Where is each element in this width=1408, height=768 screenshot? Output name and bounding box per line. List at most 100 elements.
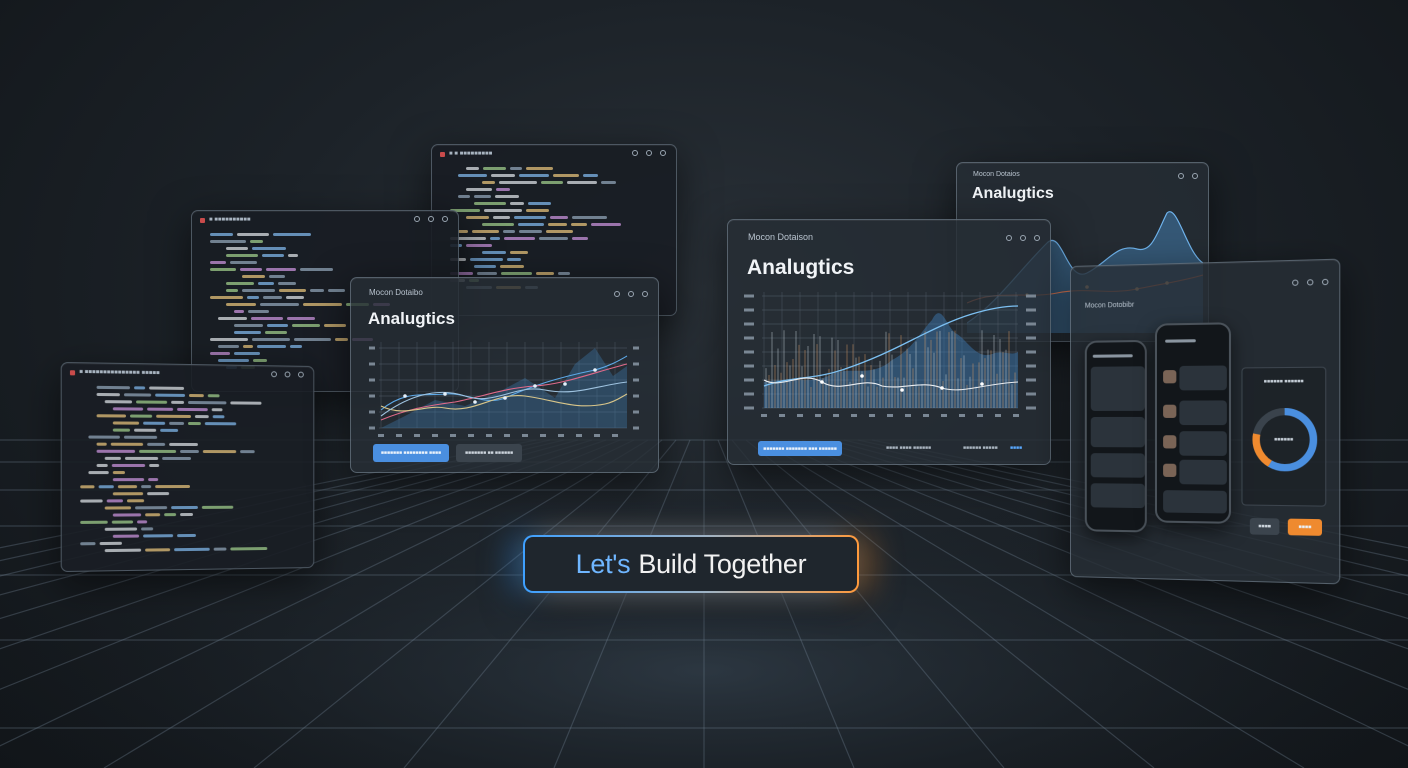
tick-label <box>633 346 639 350</box>
code-token <box>458 195 470 198</box>
code-token <box>226 303 256 306</box>
code-token <box>104 506 132 510</box>
target-icon[interactable] <box>1306 279 1314 286</box>
code-token <box>526 209 549 212</box>
code-token <box>164 513 177 517</box>
window-controls[interactable] <box>414 216 448 222</box>
code-token <box>240 450 255 454</box>
primary-button[interactable]: ■■■■■■■ ■■■■■■■ ■■■ ■■■■■■ <box>758 441 842 456</box>
code-token <box>218 345 239 348</box>
code-token <box>177 533 196 538</box>
gear-icon[interactable] <box>1178 173 1184 179</box>
target-icon[interactable] <box>428 216 434 222</box>
settings-icon[interactable] <box>1034 235 1040 241</box>
window-controls[interactable] <box>632 150 666 156</box>
close-icon[interactable] <box>298 371 304 378</box>
code-token <box>328 289 345 292</box>
gear-icon[interactable] <box>271 371 277 378</box>
code-token <box>123 435 158 439</box>
code-token <box>553 174 579 177</box>
panel-controls[interactable] <box>1006 235 1040 241</box>
code-token <box>237 233 269 236</box>
panel-subtitle: Mocon Dotaios <box>973 171 1020 178</box>
code-token <box>226 282 254 285</box>
tick-label <box>1013 414 1019 417</box>
data-point <box>860 374 864 378</box>
gear-icon[interactable] <box>414 216 420 222</box>
gear-icon[interactable] <box>1006 235 1012 241</box>
code-token <box>526 167 553 170</box>
code-token <box>504 237 535 240</box>
panel-controls[interactable] <box>614 291 648 297</box>
window-controls[interactable] <box>271 371 304 378</box>
panel-controls[interactable] <box>1178 173 1198 179</box>
code-token <box>130 414 153 418</box>
panel-subtitle: Mocon Dotaison <box>748 232 814 242</box>
code-token <box>567 181 597 184</box>
target-icon[interactable] <box>284 371 291 378</box>
code-token <box>210 261 226 264</box>
data-point <box>980 382 984 386</box>
tick-label <box>923 414 929 417</box>
data-point <box>533 384 537 388</box>
code-window-left[interactable]: ■ ■■■■■■■■■■■■■■■ ■■■■■ <box>60 361 315 573</box>
analytics-panel-main[interactable]: Mocon Dotaison Analugtics ■■■■■■■ ■■■■■■… <box>727 219 1051 465</box>
code-editor[interactable] <box>80 385 304 563</box>
close-icon[interactable] <box>442 216 448 222</box>
code-token <box>490 237 500 240</box>
tick-label <box>633 378 639 382</box>
target-icon[interactable] <box>628 291 634 297</box>
code-token <box>136 400 168 404</box>
avatar <box>1163 463 1177 478</box>
code-token <box>155 485 190 489</box>
settings-icon[interactable] <box>642 291 648 297</box>
code-token <box>474 265 496 268</box>
code-token <box>496 188 510 191</box>
target-icon[interactable] <box>1020 235 1026 241</box>
code-token <box>250 240 263 243</box>
code-window-mid-titlebar: ■ ■■■■■■■■■■ <box>192 211 458 229</box>
code-token <box>80 499 103 503</box>
minimize-icon[interactable] <box>632 150 638 156</box>
settings-icon[interactable] <box>1321 278 1329 286</box>
secondary-button[interactable]: ■■■■■■■ ■■ ■■■■■■ <box>456 444 522 462</box>
code-token <box>180 449 199 454</box>
maximize-icon[interactable] <box>646 150 652 156</box>
code-token <box>104 527 138 531</box>
code-token <box>503 230 515 233</box>
code-token <box>279 289 306 292</box>
mobile-dashboard-panel[interactable]: Mocon Dotobibr ■■■■■■ ■■■■■■ ■■■■■■ ■■■■… <box>1070 258 1341 585</box>
primary-button[interactable]: ■■■■■■■ ■■■■■■■■ ■■■■ <box>373 444 449 462</box>
close-icon[interactable] <box>1192 173 1198 179</box>
code-token <box>147 407 174 411</box>
code-token <box>477 272 497 275</box>
code-token <box>230 401 262 405</box>
list-card <box>1090 416 1145 448</box>
list-card <box>1090 453 1145 478</box>
code-token <box>474 195 491 198</box>
primary-button[interactable]: ■■■■ <box>1287 518 1322 536</box>
code-token <box>507 258 521 261</box>
tick-label <box>941 414 947 417</box>
lets-build-together-button[interactable]: Let's Build Together <box>523 535 859 593</box>
tick-label <box>744 308 754 312</box>
code-token <box>242 289 275 292</box>
close-icon[interactable] <box>660 150 666 156</box>
code-token <box>558 272 570 275</box>
data-point <box>593 368 597 372</box>
gear-icon[interactable] <box>1292 279 1299 286</box>
analytics-panel-small[interactable]: Mocon Dotaibo Analugtics ■■■■■■■ ■■■■■■■… <box>350 277 659 473</box>
tick-label <box>468 434 474 437</box>
tick-label <box>1026 364 1036 368</box>
gear-icon[interactable] <box>614 291 620 297</box>
code-token <box>213 547 227 551</box>
code-token <box>96 385 131 390</box>
panel-controls[interactable] <box>1292 278 1329 286</box>
code-token <box>98 485 114 489</box>
code-token <box>204 422 237 426</box>
code-token <box>510 167 522 170</box>
code-token <box>156 414 191 419</box>
secondary-button[interactable]: ■■■■ <box>1249 517 1280 536</box>
code-token <box>143 534 174 538</box>
code-token <box>335 338 348 341</box>
